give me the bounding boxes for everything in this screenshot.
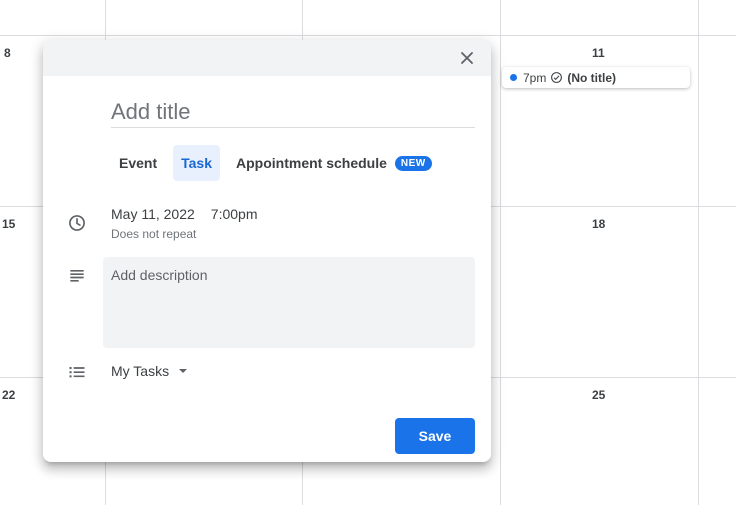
- list-icon: [69, 367, 85, 378]
- tab-appointment-schedule[interactable]: Appointment schedule NEW: [228, 145, 440, 181]
- date-picker[interactable]: May 11, 2022: [111, 206, 195, 222]
- notes-icon: [70, 270, 84, 282]
- date-number[interactable]: 11: [592, 46, 605, 60]
- calendar-event-chip[interactable]: 7pm (No title): [502, 67, 690, 88]
- tab-label: Task: [181, 155, 212, 171]
- tab-label: Appointment schedule: [236, 155, 387, 171]
- dialog-drag-handle[interactable]: [43, 40, 491, 76]
- task-list-label: My Tasks: [111, 363, 170, 379]
- tab-task[interactable]: Task: [173, 145, 220, 181]
- description-input[interactable]: [103, 257, 475, 348]
- event-time: 7pm: [523, 70, 547, 85]
- tab-event[interactable]: Event: [111, 145, 165, 181]
- task-list-selector[interactable]: My Tasks: [111, 363, 188, 379]
- title-input[interactable]: [111, 96, 475, 128]
- type-tabs: Event Task Appointment schedule NEW: [111, 145, 440, 181]
- close-icon[interactable]: [457, 48, 477, 68]
- save-button[interactable]: Save: [395, 418, 475, 454]
- date-number[interactable]: 25: [592, 388, 605, 402]
- task-check-icon: [551, 72, 563, 83]
- clock-icon: [69, 215, 85, 231]
- new-badge: NEW: [394, 155, 432, 171]
- grid-line: [698, 0, 699, 505]
- grid-line: [0, 35, 736, 36]
- tab-label: Event: [119, 155, 158, 171]
- create-task-dialog: Event Task Appointment schedule NEW May …: [43, 40, 491, 462]
- caret-down-icon: [179, 369, 188, 373]
- date-number[interactable]: 18: [592, 217, 605, 231]
- date-time-row: May 11, 2022 7:00pm: [111, 206, 258, 222]
- date-number[interactable]: 8: [4, 46, 11, 60]
- grid-line: [500, 0, 501, 505]
- date-number[interactable]: 15: [2, 217, 15, 231]
- repeat-dropdown[interactable]: Does not repeat: [111, 227, 196, 241]
- event-title: (No title): [567, 70, 616, 85]
- date-number[interactable]: 22: [2, 388, 15, 402]
- time-picker[interactable]: 7:00pm: [211, 206, 258, 222]
- event-color-dot: [510, 74, 517, 81]
